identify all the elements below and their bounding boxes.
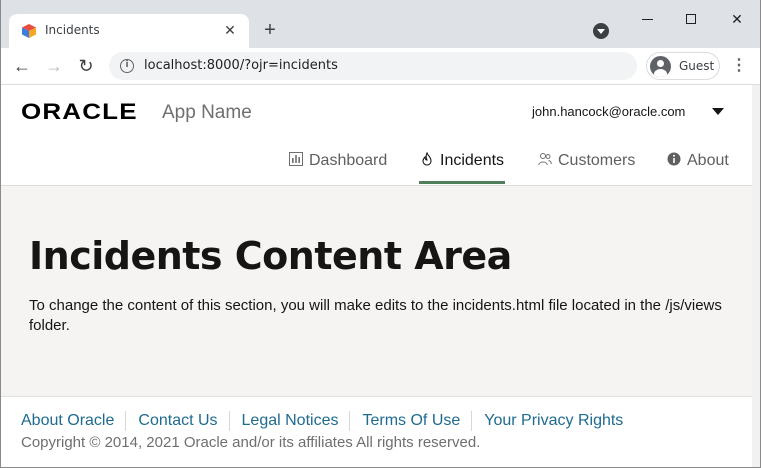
nav-label-about: About	[687, 152, 729, 169]
footer-link-contact-us[interactable]: Contact Us	[125, 411, 228, 431]
footer: About Oracle Contact Us Legal Notices Terms…	[1, 396, 752, 467]
tab-strip: Incidents ✕ + ✕	[1, 0, 760, 48]
profile-name: Guest	[679, 59, 715, 73]
info-icon	[667, 152, 681, 166]
nav-item-dashboard[interactable]: Dashboard	[289, 149, 389, 185]
content-area: Incidents Content Area To change the con…	[1, 186, 752, 396]
vertical-scrollbar[interactable]	[752, 85, 760, 467]
maximize-icon	[686, 14, 696, 24]
profile-button[interactable]: Guest	[646, 52, 720, 80]
user-menu-button[interactable]: john.hancock@oracle.com	[532, 104, 685, 119]
download-indicator-icon[interactable]	[593, 23, 609, 39]
nav-label-dashboard: Dashboard	[309, 152, 388, 169]
app-header: ORACLE App Name john.hancock@oracle.com …	[1, 85, 752, 186]
close-window-button[interactable]: ✕	[717, 6, 757, 32]
tab-title: Incidents	[45, 23, 100, 37]
main-navigation: Dashboard Incidents Customers About	[1, 145, 752, 185]
site-info-icon[interactable]: i	[120, 59, 134, 73]
caret-down-icon[interactable]	[712, 108, 724, 115]
footer-link-terms-of-use[interactable]: Terms Of Use	[349, 411, 471, 431]
nav-label-incidents: Incidents	[440, 152, 505, 169]
people-icon	[538, 153, 552, 166]
address-bar[interactable]: i localhost:8000/?ojr=incidents	[109, 52, 637, 80]
nav-item-customers[interactable]: Customers	[538, 149, 638, 185]
chart-icon	[289, 152, 303, 166]
nav-label-customers: Customers	[558, 152, 636, 169]
oracle-logo[interactable]: ORACLE	[21, 99, 138, 125]
fire-icon	[422, 152, 432, 166]
browser-menu-icon[interactable]: ⋮	[731, 55, 747, 77]
maximize-button[interactable]	[671, 6, 711, 32]
browser-window: Incidents ✕ + ✕ ← → ↻ i localhost:8000/?…	[0, 0, 761, 468]
browser-tab[interactable]: Incidents ✕	[9, 14, 249, 48]
tab-close-icon[interactable]: ✕	[221, 21, 239, 39]
page-title: Incidents Content Area	[29, 234, 512, 278]
footer-links: About Oracle Contact Us Legal Notices Terms…	[21, 411, 634, 433]
active-tab-indicator	[419, 181, 505, 184]
footer-link-about-oracle[interactable]: About Oracle	[21, 411, 125, 431]
url-text[interactable]: localhost:8000/?ojr=incidents	[144, 58, 338, 73]
nav-item-incidents[interactable]: Incidents	[420, 149, 506, 185]
browser-toolbar: ← → ↻ i localhost:8000/?ojr=incidents Gu…	[1, 48, 760, 85]
minimize-icon	[642, 19, 653, 20]
oracle-jet-favicon-icon	[22, 24, 36, 38]
nav-item-about[interactable]: About	[667, 149, 737, 185]
footer-link-legal-notices[interactable]: Legal Notices	[228, 411, 350, 431]
web-page: ORACLE App Name john.hancock@oracle.com …	[1, 85, 752, 467]
new-tab-button[interactable]: +	[259, 20, 281, 42]
forward-button[interactable]: →	[43, 55, 65, 77]
back-button[interactable]: ←	[11, 55, 33, 77]
guest-avatar-icon	[650, 56, 671, 77]
copyright-text: Copyright © 2014, 2021 Oracle and/or its…	[21, 434, 481, 451]
footer-link-privacy-rights[interactable]: Your Privacy Rights	[471, 411, 634, 431]
minimize-button[interactable]	[627, 6, 667, 32]
content-description: To change the content of this section, y…	[29, 297, 722, 334]
app-name: App Name	[162, 102, 252, 123]
reload-button[interactable]: ↻	[75, 55, 97, 77]
